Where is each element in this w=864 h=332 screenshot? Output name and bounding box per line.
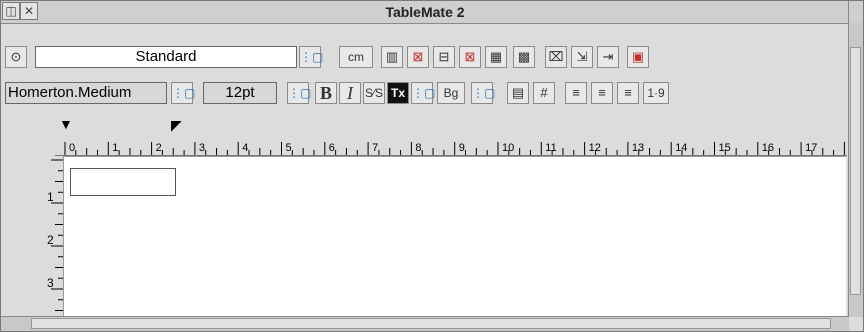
ruler-scale: 0123456789101112131415161718 <box>64 142 845 155</box>
cut-icon[interactable]: ⌧ <box>545 46 567 68</box>
size-field[interactable]: 12pt <box>203 82 277 104</box>
horizontal-scroll-thumb[interactable] <box>31 318 831 329</box>
vertical-ruler: 1 2 3 <box>47 159 63 311</box>
table-icon[interactable]: ▥ <box>381 46 403 68</box>
location-icon[interactable]: ⊙ <box>5 46 27 68</box>
align-centre-icon[interactable]: ≡ <box>591 82 613 104</box>
text-colour-menu-icon[interactable]: ⋮▢ <box>411 82 435 104</box>
vertical-scroll-thumb[interactable] <box>850 47 861 295</box>
borders-icon[interactable]: # <box>533 82 555 104</box>
save-icon[interactable]: ▣ <box>627 46 649 68</box>
calculator-icon[interactable]: ▤ <box>507 82 529 104</box>
toggle-size-icon[interactable] <box>848 1 863 23</box>
tablemate-window: ◫ ✕ TableMate 2 ⊙ Standard ⋮▢ cm ▥ ⊠ ⊟ ⊠… <box>0 0 864 332</box>
table-canvas[interactable] <box>63 156 846 317</box>
window-title: TableMate 2 <box>385 4 465 20</box>
export-icon[interactable]: ⇥ <box>597 46 619 68</box>
unit-button[interactable]: cm <box>339 46 373 68</box>
ruler-label: 1 <box>112 142 118 154</box>
style-field[interactable]: Standard <box>35 46 297 68</box>
ruler-label: 10 <box>502 142 514 154</box>
import-icon[interactable]: ⇲ <box>571 46 593 68</box>
ruler-label: 3 <box>199 142 205 154</box>
grid-dots-icon[interactable]: ▩ <box>513 46 535 68</box>
delete-column-icon[interactable]: ⊠ <box>407 46 429 68</box>
ruler-label: 6 <box>329 142 335 154</box>
horizontal-ruler[interactable]: ▼ ◤ 0123456789101112131415161718 <box>55 116 847 156</box>
ruler-label: 16 <box>762 142 774 154</box>
insert-row-icon[interactable]: ⊟ <box>433 46 455 68</box>
ruler-label: 13 <box>632 142 644 154</box>
ruler-label: 0 <box>69 142 75 154</box>
number-format-button[interactable]: 1·9 <box>643 82 669 104</box>
text-colour-button[interactable]: Tx <box>387 82 409 104</box>
horizontal-scrollbar[interactable] <box>1 316 849 331</box>
vertical-scrollbar[interactable] <box>848 23 863 317</box>
ruler-label: 8 <box>415 142 421 154</box>
grid-icon[interactable]: ▦ <box>485 46 507 68</box>
style-menu-icon[interactable]: ⋮▢ <box>299 46 323 68</box>
size-menu-icon[interactable]: ⋮▢ <box>287 82 311 104</box>
ruler-label: 7 <box>372 142 378 154</box>
ruler-label: 9 <box>459 142 465 154</box>
italic-button[interactable]: I <box>339 82 361 104</box>
vertical-ruler-label: 3 <box>47 276 54 290</box>
ruler-label: 12 <box>589 142 601 154</box>
ruler-label: 4 <box>242 142 248 154</box>
background-button[interactable]: Bg <box>437 82 465 104</box>
ruler-label: 11 <box>545 142 556 154</box>
ruler-label: 14 <box>675 142 687 154</box>
bold-button[interactable]: B <box>315 82 337 104</box>
font-menu-icon[interactable]: ⋮▢ <box>171 82 195 104</box>
vertical-ruler-label: 1 <box>47 190 54 204</box>
ruler-label: 5 <box>286 142 292 154</box>
ruler-label: 17 <box>805 142 817 154</box>
table-cell[interactable] <box>70 168 176 196</box>
vertical-ruler-label: 2 <box>47 233 54 247</box>
title-bar[interactable]: ◫ ✕ TableMate 2 <box>1 1 849 24</box>
align-right-icon[interactable]: ≡ <box>617 82 639 104</box>
delete-row-icon[interactable]: ⊠ <box>459 46 481 68</box>
ruler-label: 2 <box>156 142 162 154</box>
background-menu-icon[interactable]: ⋮▢ <box>471 82 495 104</box>
align-left-icon[interactable]: ≡ <box>565 82 587 104</box>
font-field[interactable]: Homerton.Medium <box>5 82 167 104</box>
superscript-icon[interactable]: S⁄S <box>363 82 385 104</box>
ruler-label: 15 <box>719 142 731 154</box>
